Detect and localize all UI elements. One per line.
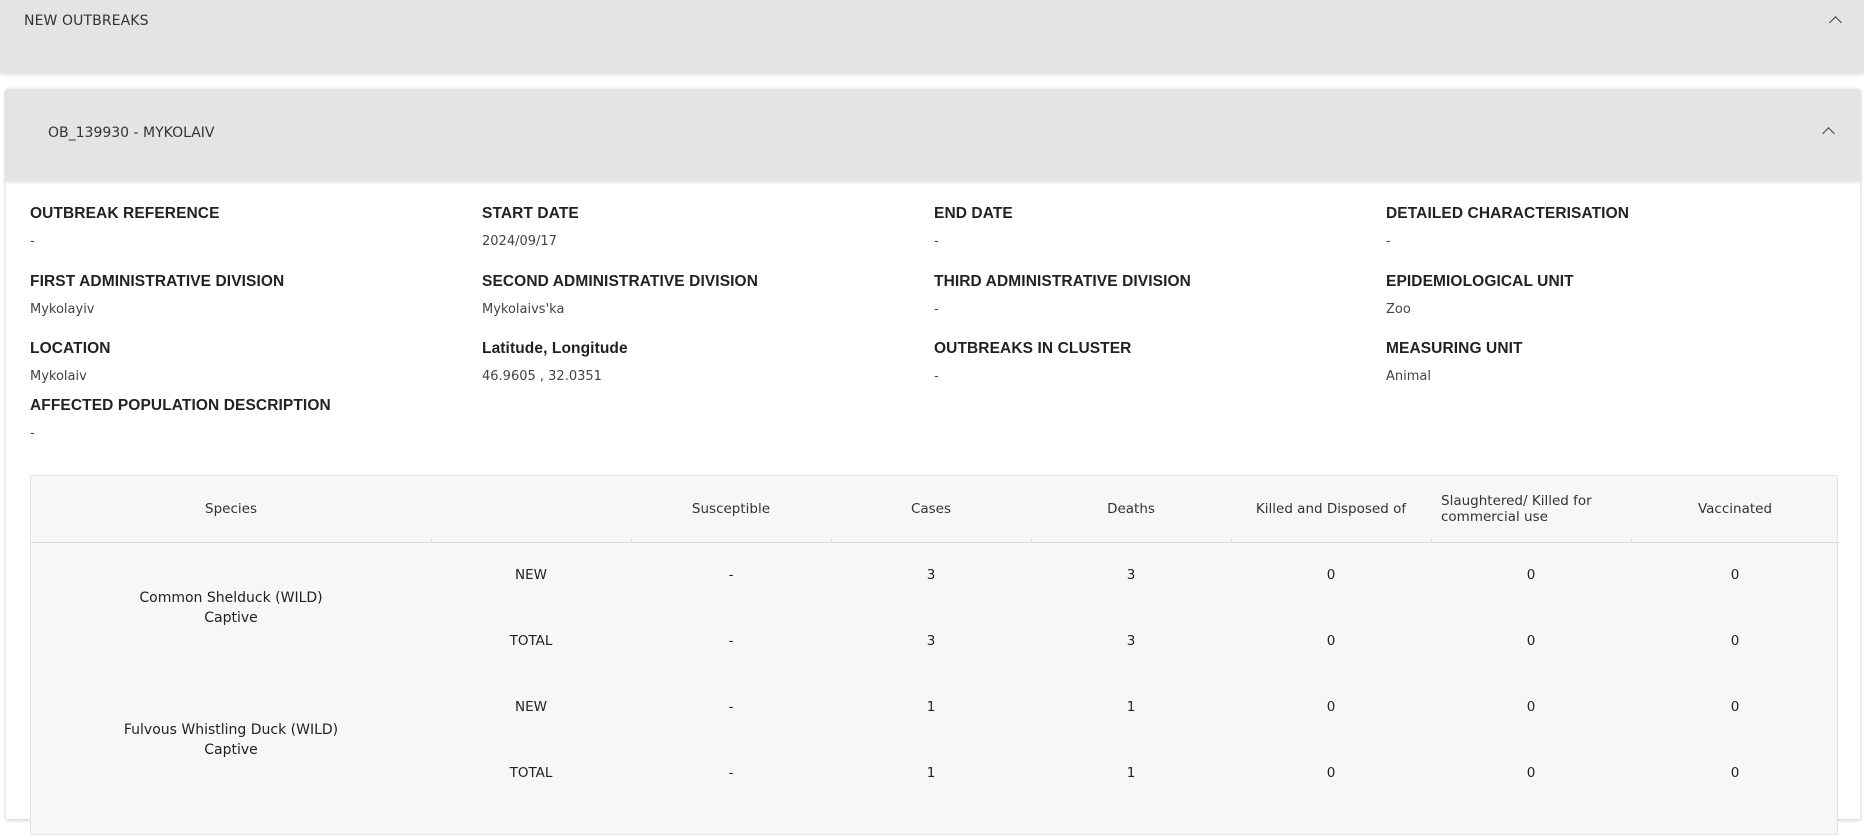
killed-value: 0 (1326, 765, 1336, 781)
cases-value: 1 (926, 699, 936, 715)
field-value: Mykolaiv (30, 369, 87, 384)
column-divider (431, 538, 432, 542)
deaths-value: 1 (1126, 699, 1136, 715)
column-header-slaughtered: Slaughtered/ Killed for commercial use (1441, 493, 1592, 525)
row-type: TOTAL (509, 765, 553, 781)
row-type: NEW (515, 699, 547, 715)
slaughtered-value: 0 (1526, 699, 1536, 715)
column-divider (1231, 538, 1232, 542)
outbreak-card: OB_139930 - MYKOLAIV OUTBREAK REFERENCE … (6, 89, 1860, 835)
field-end-date: END DATE - (934, 205, 1374, 249)
column-header-killed-disposed: Killed and Disposed of (1255, 501, 1407, 517)
field-label: START DATE (482, 205, 579, 222)
column-divider (631, 538, 632, 542)
vaccinated-value: 0 (1730, 567, 1740, 583)
field-first-admin-division: FIRST ADMINISTRATIVE DIVISION Mykolayiv (30, 273, 470, 317)
column-header-period (431, 476, 631, 542)
column-divider (1031, 538, 1032, 542)
field-detailed-characterisation: DETAILED CHARACTERISATION - (1386, 205, 1826, 249)
field-value: - (1386, 234, 1391, 249)
field-affected-population: AFFECTED POPULATION DESCRIPTION - (30, 397, 470, 441)
cases-value: 1 (926, 765, 936, 781)
column-header-deaths: Deaths (1107, 501, 1155, 517)
field-start-date: START DATE 2024/09/17 (482, 205, 922, 249)
field-value: Mykolaivs'ka (482, 302, 565, 317)
field-value: Mykolayiv (30, 302, 95, 317)
field-label: LOCATION (30, 340, 111, 357)
column-header-cases: Cases (910, 501, 952, 517)
field-label: DETAILED CHARACTERISATION (1386, 205, 1630, 222)
slaughtered-value: 0 (1526, 765, 1536, 781)
species-name: Common Shelduck (WILD) Captive (31, 588, 431, 628)
deaths-value: 3 (1126, 567, 1136, 583)
field-label: AFFECTED POPULATION DESCRIPTION (30, 397, 331, 414)
field-lat-long: Latitude, Longitude 46.9605 , 32.0351 (482, 340, 922, 384)
field-value: - (934, 302, 939, 317)
deaths-value: 1 (1126, 765, 1136, 781)
header-divider (31, 542, 1839, 543)
column-header-species: Species (205, 501, 257, 517)
field-value: Animal (1386, 369, 1431, 384)
column-divider (831, 538, 832, 542)
field-value: - (30, 426, 35, 441)
chevron-up-icon[interactable] (1829, 16, 1842, 29)
killed-value: 0 (1326, 633, 1336, 649)
field-label: THIRD ADMINISTRATIVE DIVISION (934, 273, 1191, 290)
field-value: Zoo (1386, 302, 1411, 317)
cases-value: 3 (926, 633, 936, 649)
species-label: Common Shelduck (WILD) (139, 590, 323, 606)
vaccinated-value: 0 (1730, 633, 1740, 649)
species-label: Fulvous Whistling Duck (WILD) (123, 722, 339, 738)
vaccinated-value: 0 (1730, 699, 1740, 715)
susceptible-value: - (728, 699, 734, 715)
field-label: Latitude, Longitude (482, 340, 628, 357)
species-subtitle: Captive (204, 610, 258, 626)
field-label: OUTBREAKS IN CLUSTER (934, 340, 1132, 357)
field-value: 46.9605 , 32.0351 (482, 369, 602, 384)
field-label: FIRST ADMINISTRATIVE DIVISION (30, 273, 285, 290)
field-outbreaks-in-cluster: OUTBREAKS IN CLUSTER - (934, 340, 1374, 384)
field-value: - (934, 234, 939, 249)
new-outbreaks-panel[interactable]: NEW OUTBREAKS (0, 0, 1864, 73)
susceptible-value: - (728, 633, 734, 649)
field-second-admin-division: SECOND ADMINISTRATIVE DIVISION Mykolaivs… (482, 273, 922, 317)
column-header-vaccinated: Vaccinated (1697, 501, 1773, 517)
field-measuring-unit: MEASURING UNIT Animal (1386, 340, 1826, 384)
outbreak-card-header[interactable]: OB_139930 - MYKOLAIV (6, 89, 1860, 181)
susceptible-value: - (728, 567, 734, 583)
field-label: OUTBREAK REFERENCE (30, 205, 220, 222)
deaths-value: 3 (1126, 633, 1136, 649)
species-name: Fulvous Whistling Duck (WILD) Captive (31, 720, 431, 760)
chevron-up-icon[interactable] (1822, 127, 1835, 140)
column-divider (1431, 538, 1432, 542)
row-type: NEW (515, 567, 547, 583)
field-label: END DATE (934, 205, 1013, 222)
vaccinated-value: 0 (1730, 765, 1740, 781)
field-third-admin-division: THIRD ADMINISTRATIVE DIVISION - (934, 273, 1374, 317)
panel-title: NEW OUTBREAKS (24, 13, 149, 29)
field-value: 2024/09/17 (482, 234, 557, 249)
field-epidemiological-unit: EPIDEMIOLOGICAL UNIT Zoo (1386, 273, 1826, 317)
species-table: Species Susceptible Cases Deaths Killed … (30, 475, 1839, 835)
field-label: EPIDEMIOLOGICAL UNIT (1386, 273, 1574, 290)
field-outbreak-reference: OUTBREAK REFERENCE - (30, 205, 470, 249)
field-value: - (30, 234, 35, 249)
susceptible-value: - (728, 765, 734, 781)
field-label: MEASURING UNIT (1386, 340, 1523, 357)
slaughtered-value: 0 (1526, 633, 1536, 649)
field-value: - (934, 369, 939, 384)
field-location: LOCATION Mykolaiv (30, 340, 470, 384)
column-header-susceptible: Susceptible (691, 501, 771, 517)
killed-value: 0 (1326, 567, 1336, 583)
slaughtered-value: 0 (1526, 567, 1536, 583)
column-divider (1631, 538, 1632, 542)
row-type: TOTAL (509, 633, 553, 649)
outbreak-title: OB_139930 - MYKOLAIV (48, 125, 215, 141)
killed-value: 0 (1326, 699, 1336, 715)
field-label: SECOND ADMINISTRATIVE DIVISION (482, 273, 758, 290)
cases-value: 3 (926, 567, 936, 583)
species-subtitle: Captive (204, 742, 258, 758)
